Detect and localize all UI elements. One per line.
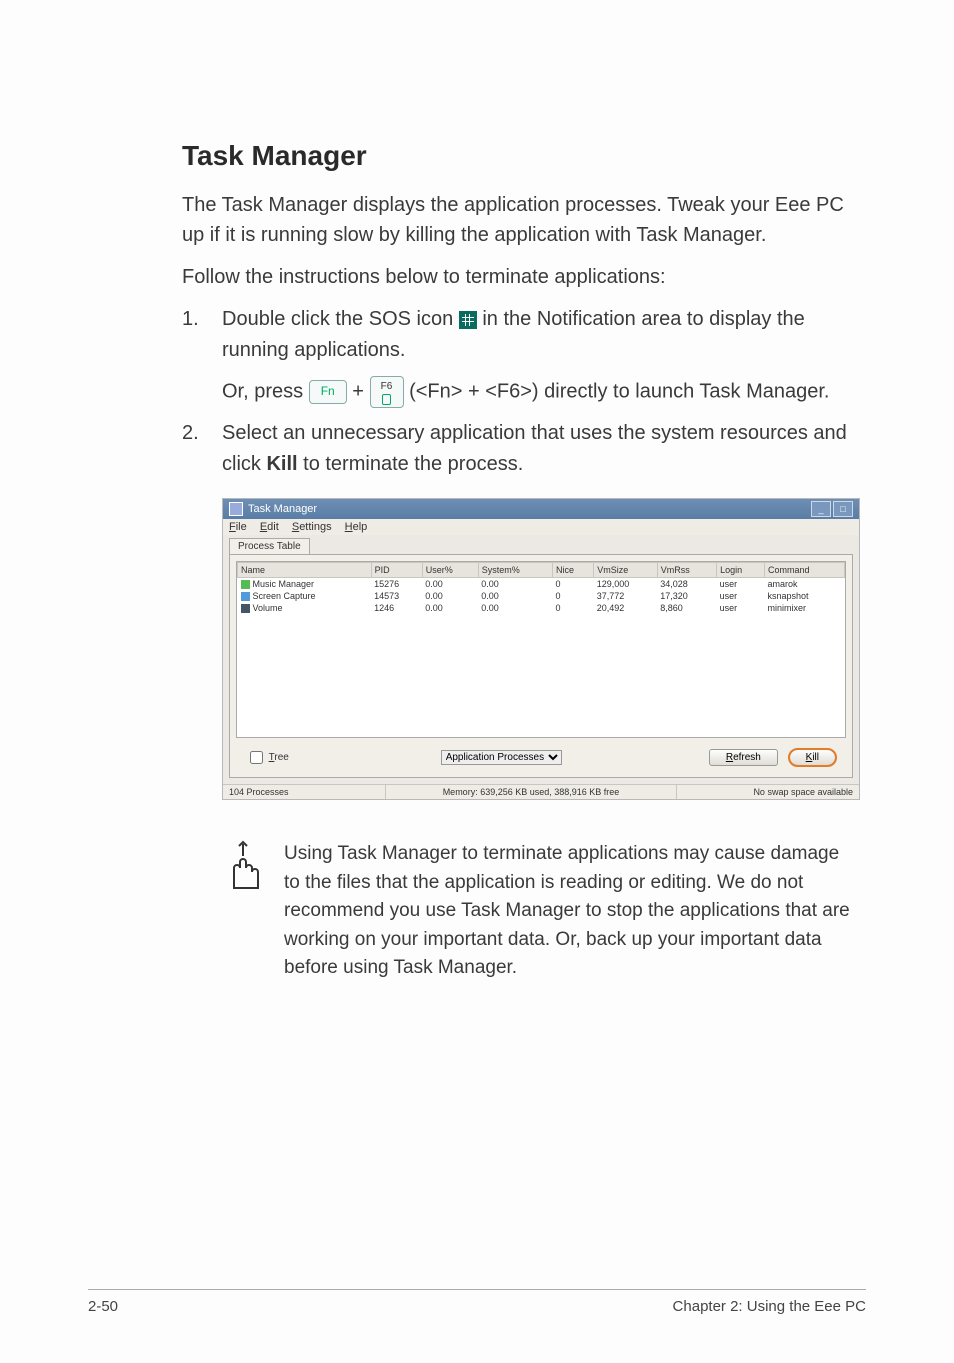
window-app-icon <box>229 502 243 516</box>
maximize-button[interactable]: □ <box>833 501 853 517</box>
page-number: 2-50 <box>88 1298 118 1315</box>
page-footer: 2-50 Chapter 2: Using the Eee PC <box>88 1289 866 1315</box>
status-bar: 104 Processes Memory: 639,256 KB used, 3… <box>223 784 859 799</box>
menu-help[interactable]: Help <box>345 521 368 533</box>
col-login[interactable]: Login <box>717 563 765 578</box>
or-text-a: Or, press <box>222 380 309 402</box>
buttons-wrap: Refresh Kill <box>635 749 836 766</box>
tree-checkbox[interactable]: TTreeree <box>246 752 289 763</box>
step2-text-b: to terminate the process. <box>303 453 523 475</box>
note-text: Using Task Manager to terminate applicat… <box>284 840 856 983</box>
chapter-label: Chapter 2: Using the Eee PC <box>673 1298 866 1315</box>
col-user[interactable]: User% <box>422 563 478 578</box>
table-row[interactable]: Music Manager152760.000.000129,00034,028… <box>238 578 845 591</box>
tree-checkbox-input[interactable] <box>250 751 263 764</box>
minimize-button[interactable]: _ <box>811 501 831 517</box>
process-icon <box>241 604 250 613</box>
note-box: Using Task Manager to terminate applicat… <box>222 840 856 983</box>
menu-settings[interactable]: Settings <box>292 521 332 533</box>
or-text-b: (<Fn> + <F6>) directly to launch Task Ma… <box>409 380 829 402</box>
step-1-sub: Or, press Fn + F6 (<Fn> + <F6>) directly… <box>222 376 856 408</box>
window-titlebar: Task Manager _ □ <box>223 499 859 519</box>
plus-text: + <box>352 380 369 402</box>
status-memory: Memory: 639,256 KB used, 388,916 KB free <box>386 785 677 799</box>
process-table: Name PID User% System% Nice VmSize VmRss… <box>237 562 845 614</box>
process-icon <box>241 592 250 601</box>
col-pid[interactable]: PID <box>371 563 422 578</box>
status-processes: 104 Processes <box>223 785 386 799</box>
f6-key-icon: F6 <box>370 376 404 408</box>
tab-row: Process Table <box>223 535 859 554</box>
step-number: 1. <box>182 304 222 366</box>
filter-dropdown[interactable]: Application Processes <box>441 750 562 765</box>
window-title: Task Manager <box>248 503 317 515</box>
table-row[interactable]: Volume12460.000.00020,4928,860userminimi… <box>238 602 845 614</box>
col-vmrss[interactable]: VmRss <box>657 563 716 578</box>
table-header-row: Name PID User% System% Nice VmSize VmRss… <box>238 563 845 578</box>
tab-process-table[interactable]: Process Table <box>229 538 310 554</box>
menu-edit[interactable]: Edit <box>260 521 279 533</box>
fn-key-icon: Fn <box>309 380 347 405</box>
col-nice[interactable]: Nice <box>553 563 594 578</box>
refresh-button[interactable]: Refresh <box>709 749 778 766</box>
process-panel: Name PID User% System% Nice VmSize VmRss… <box>229 554 853 778</box>
hand-icon <box>222 840 266 895</box>
content-column: Task Manager The Task Manager displays t… <box>182 140 856 983</box>
f6-sub-icon <box>382 394 391 405</box>
step-text: Double click the SOS icon in the Notific… <box>222 304 856 366</box>
intro-paragraph: The Task Manager displays the applicatio… <box>182 190 856 250</box>
col-vmsize[interactable]: VmSize <box>594 563 658 578</box>
tree-checkbox-wrap: TTreeree <box>246 748 441 767</box>
col-name[interactable]: Name <box>238 563 372 578</box>
process-table-wrapper: Name PID User% System% Nice VmSize VmRss… <box>236 561 846 738</box>
col-command[interactable]: Command <box>764 563 844 578</box>
page-title: Task Manager <box>182 140 856 172</box>
col-system[interactable]: System% <box>478 563 552 578</box>
process-icon <box>241 580 250 589</box>
kill-button[interactable]: Kill <box>789 749 836 766</box>
step-text: Select an unnecessary application that u… <box>222 418 856 480</box>
table-row[interactable]: Screen Capture145730.000.00037,77217,320… <box>238 590 845 602</box>
filter-dropdown-wrap: Application Processes <box>441 750 636 765</box>
task-manager-screenshot: Task Manager _ □ FFileile Edit Settings … <box>222 498 860 800</box>
step1-text-a: Double click the SOS icon <box>222 308 459 330</box>
controls-row: TTreeree Application Processes Refresh K… <box>236 738 846 771</box>
menu-file[interactable]: FFileile <box>229 521 247 533</box>
menu-bar: FFileile Edit Settings Help <box>223 519 859 535</box>
status-swap: No swap space available <box>677 785 859 799</box>
f6-label: F6 <box>381 381 393 392</box>
kill-word: Kill <box>266 453 297 475</box>
step-2: 2. Select an unnecessary application tha… <box>182 418 856 480</box>
page: Task Manager The Task Manager displays t… <box>0 0 954 1363</box>
sos-icon <box>459 311 477 329</box>
window-buttons: _ □ <box>811 501 853 517</box>
instruction-lead: Follow the instructions below to termina… <box>182 262 856 292</box>
step-1: 1. Double click the SOS icon in the Noti… <box>182 304 856 366</box>
step-number: 2. <box>182 418 222 480</box>
